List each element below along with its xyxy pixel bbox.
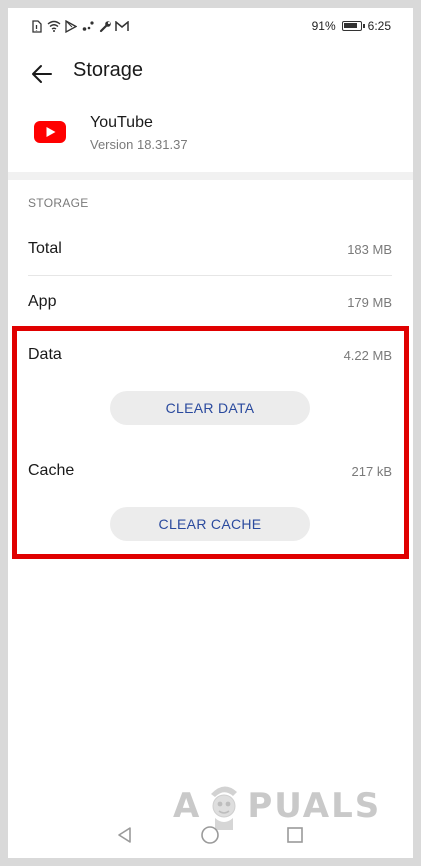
clear-data-button[interactable]: CLEAR DATA	[110, 391, 310, 425]
sim-icon	[30, 19, 44, 33]
row-label: Cache	[28, 462, 75, 479]
arrow-left-icon	[32, 65, 52, 83]
wifi-icon	[47, 19, 61, 33]
page-title: Storage	[73, 59, 144, 81]
storage-row-cache: Cache 217 kB	[28, 446, 392, 498]
status-right: 91% 6:25	[312, 18, 391, 34]
clear-cache-button[interactable]: CLEAR CACHE	[110, 507, 310, 541]
gmail-icon	[115, 19, 129, 33]
nav-recents-button[interactable]	[283, 823, 307, 847]
row-value: 217 kB	[351, 464, 392, 479]
row-value: 183 MB	[347, 242, 392, 257]
storage-row-app: App 179 MB	[28, 277, 392, 329]
square-recents-icon	[287, 827, 303, 843]
youtube-icon	[34, 121, 66, 143]
storage-section-header: STORAGE	[28, 196, 89, 210]
status-bar: 91% 6:25	[8, 8, 413, 44]
section-divider	[8, 172, 413, 180]
triangle-back-icon	[118, 827, 131, 843]
row-label: Total	[28, 240, 62, 257]
app-version: Version 18.31.37	[90, 137, 188, 152]
row-label: Data	[28, 346, 62, 363]
row-value: 179 MB	[347, 295, 392, 310]
row-divider	[28, 275, 392, 276]
cast-icon	[81, 19, 95, 33]
back-button[interactable]	[24, 56, 60, 92]
clock: 6:25	[367, 19, 391, 33]
circle-home-icon	[201, 826, 219, 844]
storage-row-data: Data 4.22 MB	[28, 330, 392, 382]
play-store-icon	[64, 19, 78, 33]
top-app-bar: Storage	[8, 44, 413, 104]
nav-back-button[interactable]	[113, 823, 137, 847]
battery-percent: 91%	[311, 19, 336, 33]
battery-fill	[343, 23, 358, 28]
battery-icon	[341, 21, 365, 31]
wrench-icon	[98, 19, 112, 33]
phone-screen: 91% 6:25 Storage YouTube Version 18.31.3…	[8, 8, 413, 858]
storage-row-total: Total 183 MB	[28, 224, 392, 276]
nav-home-button[interactable]	[198, 823, 222, 847]
row-value: 4.22 MB	[343, 348, 392, 363]
app-info: YouTube Version 18.31.37	[8, 104, 413, 172]
navigation-bar	[8, 813, 413, 857]
status-icons	[30, 18, 129, 34]
app-name: YouTube	[90, 114, 153, 131]
row-label: App	[28, 293, 57, 310]
